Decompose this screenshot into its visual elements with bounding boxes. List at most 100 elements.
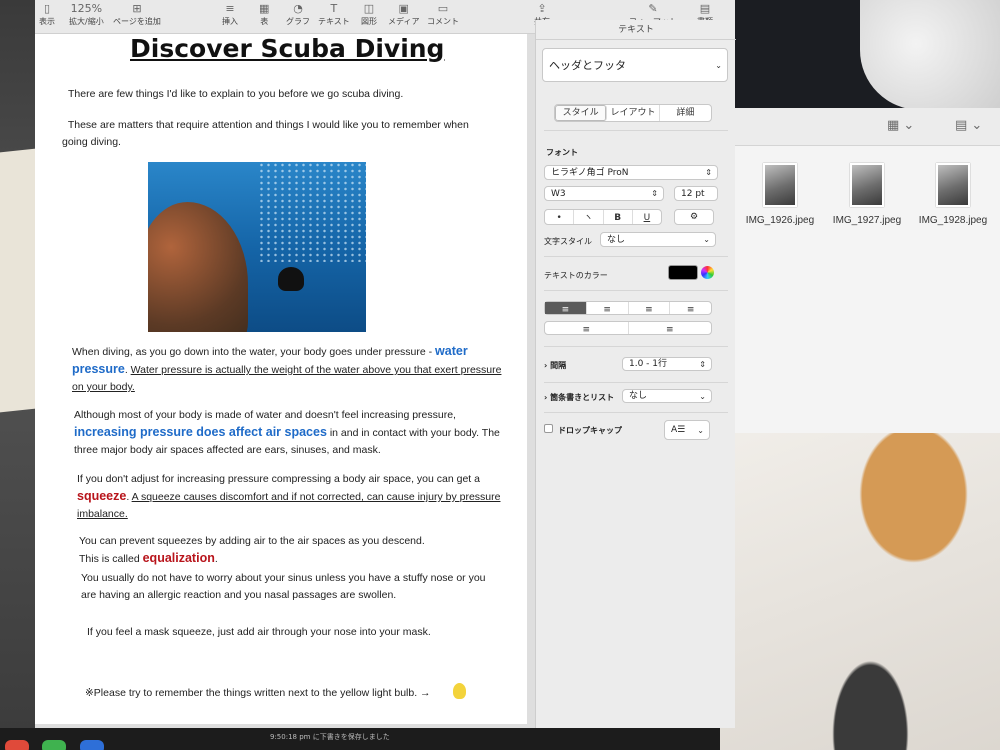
paragraph-style-value: ヘッダとフッタ (549, 59, 626, 72)
comment-button[interactable]: ▭ コメント (427, 2, 459, 27)
italic-button[interactable]: ヽ (574, 210, 604, 224)
stepper-icon: ⇕ (699, 360, 706, 369)
bullets-select[interactable]: なし ⌄ (622, 389, 712, 403)
underlined-text: Water pressure is actually the weight of… (72, 364, 502, 393)
spacing-value: 1.0 - 1行 (629, 359, 668, 369)
toolbar-label: コメント (427, 17, 459, 26)
note-text[interactable]: ※Please try to remember the things writt… (85, 685, 465, 702)
finder-window: ▦ ⌄ ▤ ⌄ IMG_1926.jpeg IMG_1927.jpeg IMG_… (715, 108, 1000, 433)
sidebar-icon: ▯ (43, 2, 51, 15)
paragraph[interactable]: These are matters that require attention… (62, 117, 482, 151)
tab-more[interactable]: 詳細 (660, 105, 711, 121)
background-plush (860, 0, 1000, 110)
status-bar: 9:50:18 pm に下書きを保存しました (270, 733, 390, 741)
file-item[interactable]: IMG_1928.jpeg (913, 163, 993, 226)
dock-chrome-icon[interactable] (5, 740, 29, 750)
paragraph-style-dropdown[interactable]: ヘッダとフッタ ⌄ (542, 48, 728, 82)
add-page-button[interactable]: ⊞ ページを追加 (113, 2, 161, 27)
dropcap-checkbox[interactable] (544, 424, 553, 433)
image-thumbnail (936, 163, 970, 207)
highlight-red: equalization (142, 551, 215, 565)
paragraph[interactable]: Although most of your body is made of wa… (74, 407, 504, 459)
paragraph[interactable]: You can prevent squeezes by adding air t… (79, 533, 499, 568)
media-icon: ▣ (398, 2, 409, 15)
highlight-red: squeeze (77, 489, 127, 503)
dropcap-label: ドロップキャップ (558, 426, 622, 435)
inspector-header: テキスト (536, 20, 736, 40)
divider (544, 382, 728, 383)
chevron-down-icon: ⌄ (703, 235, 710, 244)
shape-button[interactable]: ◫ 図形 (361, 2, 377, 27)
justify-button[interactable]: ≡ (670, 302, 711, 315)
paragraph[interactable]: If you don't adjust for increasing press… (77, 471, 502, 523)
bullet-button[interactable]: • (545, 210, 575, 224)
dropcap-style-select[interactable]: A☰ ⌄ (664, 420, 710, 440)
paragraph-text: . (214, 553, 218, 565)
diver (278, 267, 304, 291)
char-style-select[interactable]: なし ⌄ (600, 232, 716, 247)
toolbar-label: 表 (260, 17, 269, 26)
zoom-value: 125% (70, 2, 103, 15)
group-view-icon[interactable]: ▤ ⌄ (955, 118, 982, 133)
text-options-button[interactable]: ⚙ (674, 209, 714, 225)
paragraph[interactable]: There are few things I'd like to explain… (68, 86, 498, 103)
align-left-button[interactable]: ≡ (545, 302, 587, 315)
spacing-select[interactable]: 1.0 - 1行 ⇕ (622, 357, 712, 371)
plus-icon: ⊞ (132, 2, 142, 15)
grid-view-icon[interactable]: ▦ ⌄ (887, 118, 914, 133)
dock-messages-icon[interactable] (42, 740, 66, 750)
font-family-select[interactable]: ヒラギノ角ゴ ProN ⇕ (544, 165, 718, 180)
toolbar-label: 表示 (39, 17, 55, 26)
table-button[interactable]: ▦ 表 (259, 2, 269, 27)
divider (544, 346, 728, 347)
zoom-button[interactable]: 125% 拡大/縮小 (69, 2, 104, 27)
char-style-label: 文字スタイル (544, 237, 592, 246)
format-buttons: • ヽ B U (544, 209, 662, 225)
view-button[interactable]: ▯ 表示 (39, 2, 55, 27)
bullets-label-text: 箇条書きとリスト (550, 393, 615, 402)
align-right-button[interactable]: ≡ (629, 302, 671, 315)
dock-app-icon[interactable] (80, 740, 104, 750)
text-icon: T (330, 2, 338, 15)
text-color-swatch[interactable] (668, 265, 698, 280)
coral-reef (148, 202, 248, 332)
bullets-value: なし (629, 391, 648, 401)
tab-style[interactable]: スタイル (555, 105, 608, 121)
stepper-icon: ⇕ (651, 189, 658, 198)
table-icon: ▦ (259, 2, 270, 15)
color-wheel-icon[interactable] (701, 266, 714, 279)
scuba-photo[interactable] (148, 162, 366, 332)
dropcap-icon: A☰ (671, 425, 686, 435)
shape-icon: ◫ (363, 2, 375, 15)
paragraph-text: If you don't adjust for increasing press… (77, 473, 480, 485)
file-name: IMG_1926.jpeg (745, 215, 815, 226)
bold-button[interactable]: B (604, 210, 633, 224)
document-canvas[interactable]: Discover Scuba Diving There are few thin… (35, 34, 535, 728)
stepper-icon: ⇕ (705, 168, 712, 177)
text-button[interactable]: T テキスト (318, 2, 350, 27)
tab-layout[interactable]: レイアウト (607, 105, 660, 121)
document-page[interactable]: Discover Scuba Diving There are few thin… (35, 34, 527, 724)
file-item[interactable]: IMG_1927.jpeg (827, 163, 907, 226)
font-size-field[interactable]: 12 pt (674, 186, 718, 201)
comment-icon: ▭ (437, 2, 449, 15)
font-family-value: ヒラギノ角ゴ ProN (551, 168, 629, 178)
paragraph[interactable]: When diving, as you go down into the wat… (72, 343, 502, 396)
media-button[interactable]: ▣ メディア (388, 2, 419, 27)
font-weight-select[interactable]: W3 ⇕ (544, 186, 664, 201)
chart-button[interactable]: ◔ グラフ (286, 2, 310, 27)
image-thumbnail (850, 163, 884, 207)
image-thumbnail (763, 163, 797, 207)
chevron-down-icon: ⌄ (697, 426, 704, 435)
divider (544, 130, 728, 131)
file-item[interactable]: IMG_1926.jpeg (740, 163, 820, 226)
align-center-button[interactable]: ≡ (587, 302, 629, 315)
underline-button[interactable]: U (633, 210, 661, 224)
paragraph-text: You can prevent squeezes by adding air t… (79, 535, 425, 547)
insert-button[interactable]: ≡ 挿入 (222, 2, 238, 27)
paragraph[interactable]: You usually do not have to worry about y… (81, 570, 501, 604)
decrease-indent-button[interactable]: ≡ (545, 322, 629, 335)
paragraph[interactable]: If you feel a mask squeeze, just add air… (87, 624, 507, 641)
document-title[interactable]: Discover Scuba Diving (130, 34, 444, 63)
increase-indent-button[interactable]: ≡ (629, 322, 712, 335)
